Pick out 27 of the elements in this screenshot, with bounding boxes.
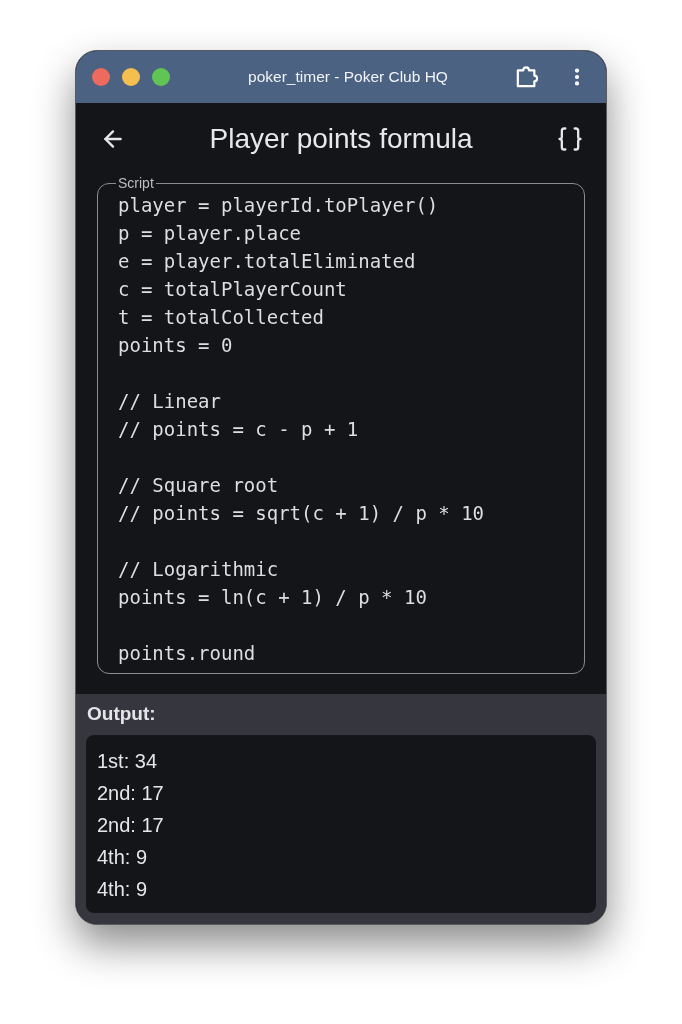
output-line: 4th: 9 — [97, 877, 148, 902]
code-line: points = ln(c + 1) / p * 10 — [118, 585, 427, 610]
code-line: e = player.totalEliminated — [118, 249, 416, 274]
window-title: poker_timer - Poker Club HQ — [247, 67, 448, 88]
output-line: 2nd: 17 — [97, 813, 164, 838]
code-line: points.round — [118, 641, 256, 666]
code-line: points = 0 — [118, 333, 233, 358]
code-line: // Logarithmic — [118, 557, 279, 582]
output-label: Output: — [87, 702, 156, 727]
output-line: 1st: 34 — [97, 749, 158, 774]
code-line: // points = c - p + 1 — [118, 417, 359, 442]
code-line: t = totalCollected — [118, 305, 324, 330]
script-editor-field[interactable] — [97, 175, 585, 674]
page-title: Player points formula — [209, 122, 473, 156]
code-line: p = player.place — [118, 221, 302, 246]
zoom-icon[interactable] — [152, 68, 170, 86]
output-line: 2nd: 17 — [97, 781, 164, 806]
code-line: // Square root — [118, 473, 279, 498]
script-label: Script — [117, 175, 155, 191]
puzzle-icon[interactable] — [516, 66, 538, 88]
code-line: // Linear — [118, 389, 221, 414]
minimize-icon[interactable] — [122, 68, 140, 86]
output-line: 4th: 9 — [97, 845, 148, 870]
braces-icon[interactable] — [556, 125, 584, 153]
code-line: player = playerId.toPlayer() — [118, 193, 439, 218]
code-line: // points = sqrt(c + 1) / p * 10 — [118, 501, 485, 526]
code-line: c = totalPlayerCount — [118, 277, 347, 302]
